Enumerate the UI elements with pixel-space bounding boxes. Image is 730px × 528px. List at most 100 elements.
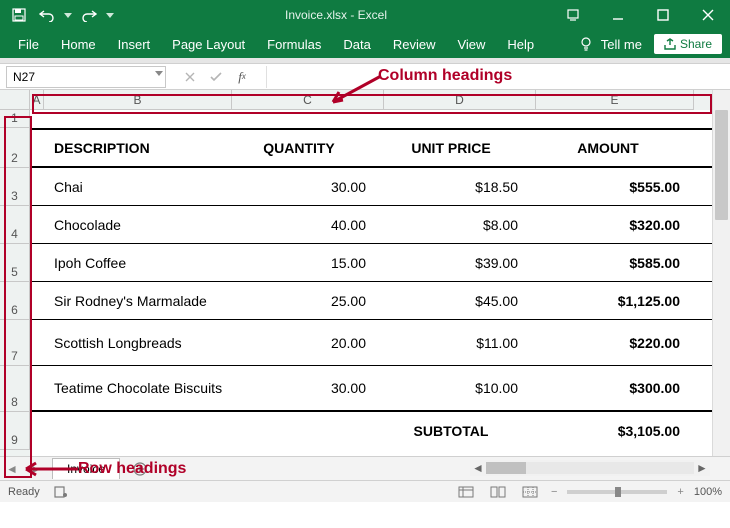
window-title: Invoice.xlsx - Excel (122, 8, 550, 22)
cell-amount: $555.00 (536, 179, 694, 195)
col-header-c[interactable]: C (232, 90, 384, 110)
undo-icon[interactable] (36, 4, 58, 26)
cell-desc: Scottish Longbreads (44, 335, 232, 351)
view-page-layout-icon[interactable] (487, 484, 509, 500)
enter-formula-icon[interactable] (208, 69, 224, 85)
name-box-dropdown-icon[interactable] (155, 71, 163, 76)
tab-view[interactable]: View (447, 33, 495, 56)
cell-amount: $1,125.00 (536, 293, 694, 309)
cell-price: $10.00 (384, 380, 536, 396)
sheet-nav-prev-icon[interactable]: ◄ (0, 459, 24, 479)
row-header-4[interactable]: 4 (0, 206, 30, 244)
table-row[interactable]: Chai 30.00 $18.50 $555.00 (30, 168, 712, 206)
qat-customize-icon[interactable] (106, 13, 114, 18)
zoom-thumb[interactable] (615, 487, 621, 497)
table-row[interactable]: Teatime Chocolate Biscuits 30.00 $10.00 … (30, 366, 712, 412)
table-row[interactable]: Scottish Longbreads 20.00 $11.00 $220.00 (30, 320, 712, 366)
tell-me[interactable]: Tell me (601, 33, 652, 56)
share-button[interactable]: Share (654, 34, 722, 54)
zoom-in-button[interactable]: + (677, 486, 683, 498)
window-controls (550, 0, 730, 30)
zoom-value[interactable]: 100% (694, 486, 722, 498)
tab-home[interactable]: Home (51, 33, 106, 56)
select-all-cell[interactable] (0, 90, 30, 110)
hscroll-left-icon[interactable]: ◄ (470, 461, 486, 475)
header-unit-price: UNIT PRICE (384, 140, 536, 156)
formula-input[interactable] (266, 66, 730, 88)
cancel-formula-icon[interactable] (182, 69, 198, 85)
cell-price: $11.00 (384, 335, 536, 351)
tab-data[interactable]: Data (333, 33, 380, 56)
table-header-row[interactable]: DESCRIPTION QUANTITY UNIT PRICE AMOUNT (30, 128, 712, 168)
subtotal-amount: $3,105.00 (536, 423, 694, 439)
cell-amount: $220.00 (536, 335, 694, 351)
row-header-2[interactable]: 2 (0, 128, 30, 168)
cells-area[interactable]: DESCRIPTION QUANTITY UNIT PRICE AMOUNT C… (30, 110, 712, 456)
zoom-slider[interactable] (567, 490, 667, 494)
subtotal-label: SUBTOTAL (384, 423, 536, 439)
title-bar: Invoice.xlsx - Excel (0, 0, 730, 30)
maximize-button[interactable] (640, 0, 685, 30)
sheet-tab-invoice[interactable]: Invoice (52, 458, 120, 479)
horizontal-scrollbar[interactable]: ◄ ► (470, 460, 710, 476)
row-header-9[interactable]: 9 (0, 412, 30, 450)
minimize-button[interactable] (595, 0, 640, 30)
col-header-b[interactable]: B (44, 90, 232, 110)
cell-desc: Chai (44, 179, 232, 195)
cell-price: $39.00 (384, 255, 536, 271)
tab-help[interactable]: Help (497, 33, 544, 56)
cell-qty: 30.00 (232, 179, 384, 195)
col-header-e[interactable]: E (536, 90, 694, 110)
save-icon[interactable] (8, 4, 30, 26)
row-header-8[interactable]: 8 (0, 366, 30, 412)
quick-access-toolbar (0, 4, 122, 26)
cell-desc: Sir Rodney's Marmalade (44, 293, 232, 309)
hscroll-track[interactable] (486, 462, 694, 474)
hscroll-right-icon[interactable]: ► (694, 461, 710, 475)
subtotal-row[interactable]: SUBTOTAL $3,105.00 (30, 412, 712, 450)
cell-desc: Ipoh Coffee (44, 255, 232, 271)
cell-desc: Chocolade (44, 217, 232, 233)
row-header-5[interactable]: 5 (0, 244, 30, 282)
table-row[interactable]: Chocolade 40.00 $8.00 $320.00 (30, 206, 712, 244)
col-header-a[interactable]: A (30, 90, 44, 110)
tab-review[interactable]: Review (383, 33, 446, 56)
close-button[interactable] (685, 0, 730, 30)
ribbon-tabs: File Home Insert Page Layout Formulas Da… (0, 30, 730, 58)
header-quantity: QUANTITY (232, 140, 384, 156)
table-row[interactable]: Sir Rodney's Marmalade 25.00 $45.00 $1,1… (30, 282, 712, 320)
cell-price: $18.50 (384, 179, 536, 195)
row-header-6[interactable]: 6 (0, 282, 30, 320)
tab-page-layout[interactable]: Page Layout (162, 33, 255, 56)
add-sheet-button[interactable] (128, 459, 152, 479)
tab-insert[interactable]: Insert (108, 33, 161, 56)
vertical-scrollbar[interactable] (712, 90, 730, 456)
header-description: DESCRIPTION (44, 140, 232, 156)
name-box[interactable]: N27 (6, 66, 166, 88)
row-header-7[interactable]: 7 (0, 320, 30, 366)
col-header-d[interactable]: D (384, 90, 536, 110)
macro-record-icon[interactable] (50, 484, 72, 500)
row-header-3[interactable]: 3 (0, 168, 30, 206)
sheet-nav-next-icon[interactable]: ► (24, 459, 48, 479)
column-headers: A B C D E (30, 90, 712, 110)
row-header-1[interactable]: 1 (0, 110, 30, 128)
hscroll-thumb[interactable] (486, 462, 526, 474)
name-box-value: N27 (13, 70, 35, 84)
header-amount: AMOUNT (536, 140, 694, 156)
ribbon-options-icon[interactable] (550, 0, 595, 30)
view-page-break-icon[interactable] (519, 484, 541, 500)
formula-bar-row: N27 fx (0, 64, 730, 90)
redo-icon[interactable] (78, 4, 100, 26)
cell-amount: $320.00 (536, 217, 694, 233)
tab-file[interactable]: File (8, 33, 49, 56)
row-1[interactable] (30, 110, 712, 128)
fx-icon[interactable]: fx (234, 69, 250, 85)
cell-qty: 20.00 (232, 335, 384, 351)
view-normal-icon[interactable] (455, 484, 477, 500)
tab-formulas[interactable]: Formulas (257, 33, 331, 56)
undo-dropdown-icon[interactable] (64, 13, 72, 18)
vertical-scroll-thumb[interactable] (715, 110, 728, 220)
table-row[interactable]: Ipoh Coffee 15.00 $39.00 $585.00 (30, 244, 712, 282)
zoom-out-button[interactable]: − (551, 486, 557, 498)
